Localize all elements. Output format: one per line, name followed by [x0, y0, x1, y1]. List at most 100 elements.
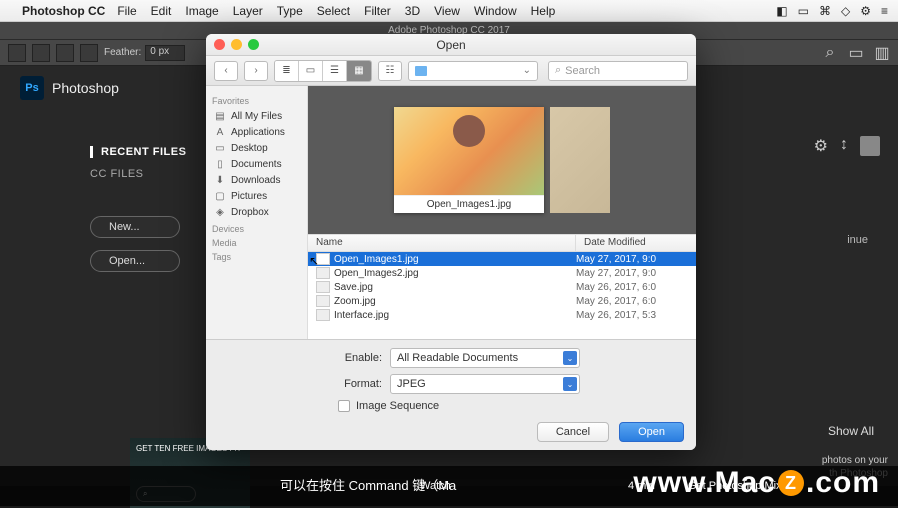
- sidebar-item-downloads[interactable]: ⬇Downloads: [210, 172, 303, 188]
- chevron-down-icon: ⌄: [563, 377, 577, 391]
- view-icon-coverflow[interactable]: ▦: [347, 61, 371, 81]
- menu-help[interactable]: Help: [531, 4, 556, 18]
- jpg-icon: [316, 267, 330, 279]
- format-select[interactable]: JPEG⌄: [390, 374, 580, 394]
- menu-3d[interactable]: 3D: [405, 4, 420, 18]
- path-dropdown[interactable]: ⌄: [408, 61, 538, 81]
- column-date[interactable]: Date Modified: [576, 235, 696, 251]
- group-button[interactable]: ☷: [378, 61, 402, 81]
- status-icon[interactable]: ▭: [798, 4, 809, 18]
- enable-label: Enable:: [322, 352, 382, 364]
- preview-thumbnail-next[interactable]: [550, 107, 610, 213]
- open-dialog: Open ‹ › ≣ ▭ ☰ ▦ ☷ ⌄ ⌕ Search Favorites …: [206, 34, 696, 450]
- view-mode-segment: ≣ ▭ ☰ ▦: [274, 60, 372, 82]
- zoom-icon[interactable]: [248, 39, 259, 50]
- sidebar-item-pictures[interactable]: ▢Pictures: [210, 188, 303, 204]
- menu-image[interactable]: Image: [185, 4, 218, 18]
- share-icon[interactable]: ▭: [848, 45, 864, 61]
- coverflow-preview: Open_Images1.jpg: [308, 86, 696, 234]
- sidebar-section-media: Media: [212, 238, 301, 248]
- avatar[interactable]: [860, 136, 880, 156]
- sidebar-item-desktop[interactable]: ▭Desktop: [210, 140, 303, 156]
- dialog-toolbar: ‹ › ≣ ▭ ☰ ▦ ☷ ⌄ ⌕ Search: [206, 56, 696, 86]
- shape-mode-icon[interactable]: [32, 44, 50, 62]
- search-placeholder: Search: [565, 65, 600, 77]
- menu-edit[interactable]: Edit: [151, 4, 172, 18]
- menu-filter[interactable]: Filter: [364, 4, 391, 18]
- menu-select[interactable]: Select: [317, 4, 350, 18]
- new-button[interactable]: New...: [90, 216, 180, 238]
- status-icon[interactable]: ≡: [881, 4, 888, 18]
- open-button[interactable]: Open...: [90, 250, 180, 272]
- sidebar-section-devices: Devices: [212, 224, 301, 234]
- menu-window[interactable]: Window: [474, 4, 517, 18]
- file-row[interactable]: Save.jpgMay 26, 2017, 6:0: [308, 280, 696, 294]
- file-row[interactable]: Open_Images1.jpgMay 27, 2017, 9:0: [308, 252, 696, 266]
- menubar-app-name[interactable]: Photoshop CC: [22, 4, 105, 18]
- sort-icon[interactable]: ↕: [840, 136, 848, 156]
- sidebar-section-favorites: Favorites: [212, 96, 301, 106]
- enable-select[interactable]: All Readable Documents⌄: [390, 348, 580, 368]
- sidebar-item-dropbox[interactable]: ◈Dropbox: [210, 204, 303, 220]
- view-icon-list[interactable]: ▭: [299, 61, 323, 81]
- file-row[interactable]: Interface.jpgMay 26, 2017, 5:3: [308, 308, 696, 322]
- status-icon[interactable]: ⌘: [819, 4, 831, 18]
- search-icon[interactable]: ⌕: [822, 45, 838, 61]
- watermark: www.MacZ.com: [633, 466, 880, 500]
- close-icon[interactable]: [214, 39, 225, 50]
- jpg-icon: [316, 281, 330, 293]
- shape-mode-icon[interactable]: [80, 44, 98, 62]
- menu-view[interactable]: View: [434, 4, 460, 18]
- tab-recent-files[interactable]: RECENT FILES: [90, 146, 186, 158]
- back-button[interactable]: ‹: [214, 61, 238, 81]
- finder-sidebar: Favorites ▤All My Files AApplications ▭D…: [206, 86, 308, 339]
- menu-layer[interactable]: Layer: [233, 4, 263, 18]
- search-input[interactable]: ⌕ Search: [548, 61, 688, 81]
- pictures-icon: ▢: [213, 190, 227, 202]
- dropbox-icon: ◈: [213, 206, 227, 218]
- forward-button[interactable]: ›: [244, 61, 268, 81]
- continue-label: inue: [847, 234, 868, 246]
- thumbnail-caption: Open_Images1.jpg: [394, 195, 544, 213]
- dialog-titlebar: Open: [206, 34, 696, 56]
- thumbnail-image: [394, 107, 544, 195]
- gear-icon[interactable]: ⚙: [814, 136, 828, 156]
- shape-mode-icon[interactable]: [56, 44, 74, 62]
- sidebar-item-allmyfiles[interactable]: ▤All My Files: [210, 108, 303, 124]
- workspace-icon[interactable]: ▥: [874, 45, 890, 61]
- file-row[interactable]: Open_Images2.jpgMay 27, 2017, 9:0: [308, 266, 696, 280]
- column-name[interactable]: Name: [308, 235, 576, 251]
- jpg-icon: [316, 295, 330, 307]
- status-icon[interactable]: ◧: [776, 4, 787, 18]
- menu-type[interactable]: Type: [277, 4, 303, 18]
- documents-icon: ▯: [213, 158, 227, 170]
- view-icon-columns[interactable]: ☰: [323, 61, 347, 81]
- ps-logo-icon: Ps: [20, 76, 44, 100]
- menu-file[interactable]: File: [117, 4, 136, 18]
- dialog-title: Open: [436, 38, 465, 52]
- image-sequence-checkbox[interactable]: [338, 400, 350, 412]
- show-all-link[interactable]: Show All: [828, 424, 874, 438]
- status-icon[interactable]: ◇: [841, 4, 850, 18]
- status-icon[interactable]: ⚙: [860, 4, 871, 18]
- sidebar-item-applications[interactable]: AApplications: [210, 124, 303, 140]
- jpg-icon: [316, 253, 330, 265]
- tab-cc-files[interactable]: CC FILES: [90, 168, 186, 180]
- file-list-header: Name Date Modified: [308, 234, 696, 252]
- folder-icon: [415, 66, 427, 76]
- feather-label: Feather:: [104, 47, 141, 58]
- view-icon-grid[interactable]: ≣: [275, 61, 299, 81]
- downloads-icon: ⬇: [213, 174, 227, 186]
- jpg-icon: [316, 309, 330, 321]
- open-confirm-button[interactable]: Open: [619, 422, 684, 442]
- watermark-z-icon: Z: [778, 470, 804, 496]
- cancel-button[interactable]: Cancel: [537, 422, 609, 442]
- preview-thumbnail[interactable]: Open_Images1.jpg: [394, 107, 544, 213]
- sidebar-section-tags: Tags: [212, 252, 301, 262]
- marquee-tool-icon[interactable]: [8, 44, 26, 62]
- file-row[interactable]: Zoom.jpgMay 26, 2017, 6:0: [308, 294, 696, 308]
- minimize-icon[interactable]: [231, 39, 242, 50]
- sidebar-item-documents[interactable]: ▯Documents: [210, 156, 303, 172]
- allfiles-icon: ▤: [213, 110, 227, 122]
- feather-input[interactable]: 0 px: [145, 45, 185, 61]
